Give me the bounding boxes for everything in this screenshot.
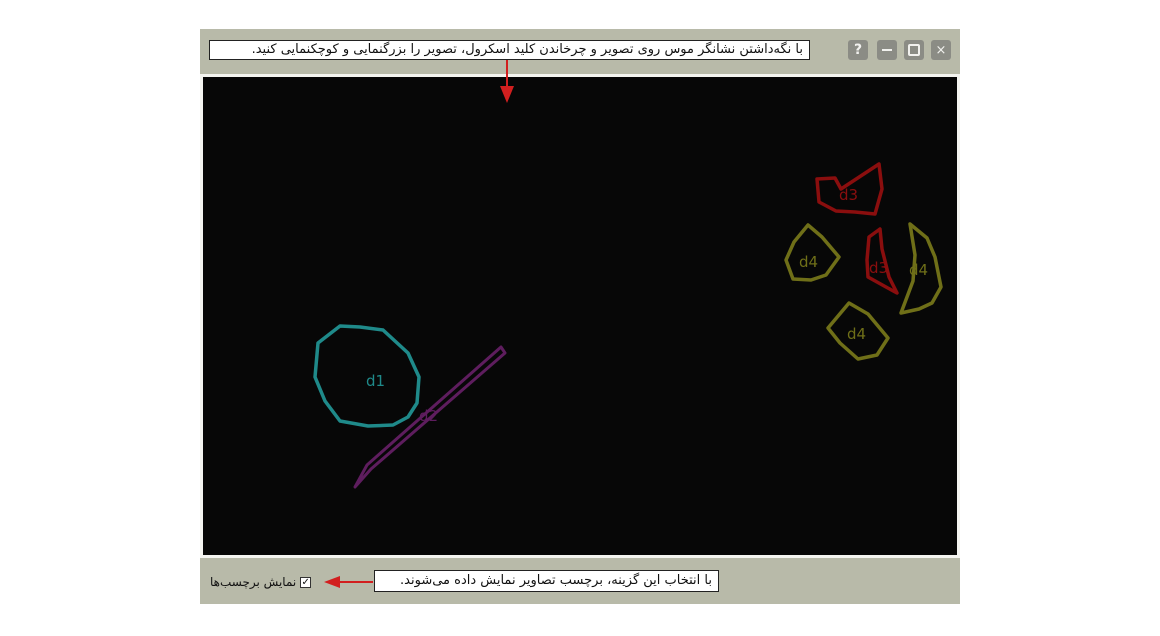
region-label-d4-right: d4 [909,261,928,279]
show-labels-label: نمایش برچسب‌ها [210,575,297,589]
maximize-button[interactable] [904,40,924,60]
help-button[interactable]: ? [848,40,868,60]
show-labels-toggle[interactable]: ✓ نمایش برچسب‌ها [210,574,312,590]
checkbox-icon[interactable]: ✓ [300,576,312,588]
close-button[interactable]: × [931,40,951,60]
labels-hint-callout: با انتخاب این گزینه، برچسب تصاویر نمایش … [374,570,719,592]
help-icon: ? [853,42,863,58]
image-viewer-window: ? × d1 d2 d3 d3 d4 [200,29,960,604]
minimize-icon [882,49,892,51]
zoom-hint-callout: با نگه‌داشتن نشانگر موس روی تصویر و چرخا… [209,40,810,60]
region-label-d4-left: d4 [799,253,818,271]
minimize-button[interactable] [877,40,897,60]
region-label-d3-mid: d3 [869,259,888,277]
region-label-d4-bottom: d4 [847,325,866,343]
annotation-layer: d1 d2 d3 d3 d4 d4 d4 [313,162,943,489]
region-label-d1: d1 [366,372,385,390]
maximize-icon [908,44,920,56]
region-label-d2: d2 [419,407,438,425]
close-icon: × [935,42,947,58]
region-label-d3-top: d3 [839,186,858,204]
image-canvas[interactable]: d1 d2 d3 d3 d4 d4 d4 [203,77,957,555]
